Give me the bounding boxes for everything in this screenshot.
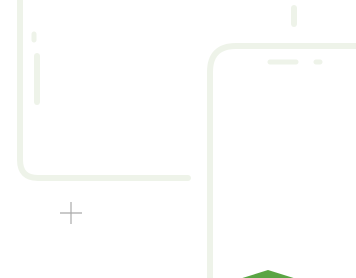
phone-outline xyxy=(207,43,356,278)
green-triangle-shape xyxy=(242,270,294,278)
tablet-outline xyxy=(17,0,191,181)
illustration-canvas xyxy=(0,0,356,278)
plus-icon xyxy=(60,202,82,224)
tablet-frame xyxy=(17,0,191,181)
phone-frame xyxy=(207,43,356,278)
device-illustration xyxy=(17,0,356,278)
